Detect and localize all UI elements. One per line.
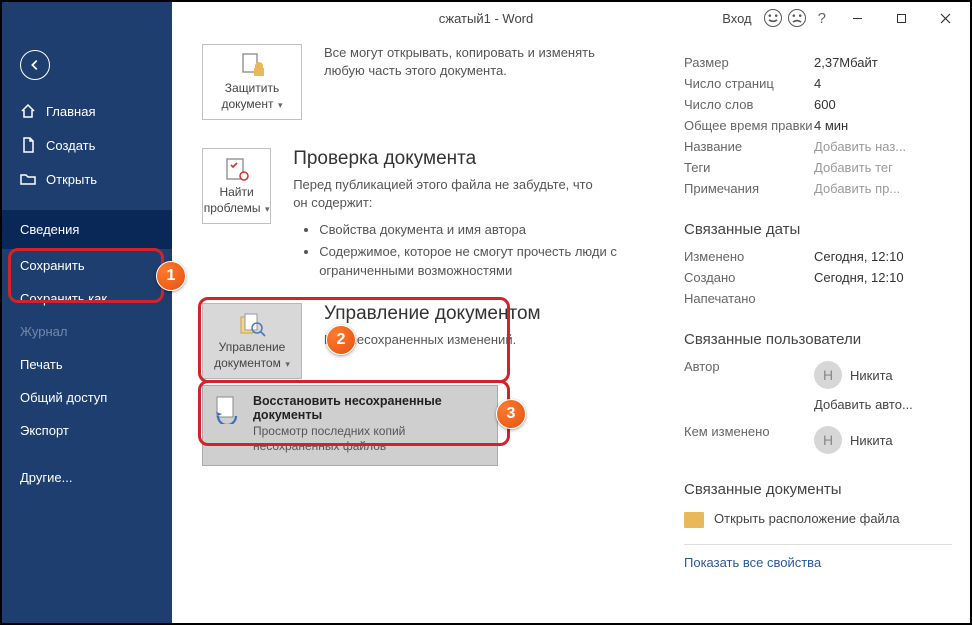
window-title: сжатый1 - Word	[439, 11, 533, 26]
prop-val: 2,37Мбайт	[814, 55, 878, 70]
prop-key: Число страниц	[684, 76, 814, 91]
protect-document-button[interactable]: Защитить документ ▾	[202, 44, 302, 120]
sidebar-label: Открыть	[46, 172, 97, 187]
back-button[interactable]	[20, 50, 50, 80]
sidebar-item-saveas[interactable]: Сохранить как	[2, 282, 172, 315]
prop-val[interactable]: Добавить пр...	[814, 181, 900, 196]
folder-icon	[684, 512, 704, 528]
minimize-button[interactable]	[838, 4, 876, 32]
shield-lock-icon	[237, 53, 267, 79]
chevron-down-icon: ▾	[275, 100, 282, 110]
sidebar-label: Журнал	[20, 324, 67, 339]
sidebar-label: Экспорт	[20, 423, 69, 438]
date-val: Сегодня, 12:10	[814, 270, 904, 285]
prop-key: Число слов	[684, 97, 814, 112]
inspect-title: Проверка документа	[293, 148, 650, 170]
login-link[interactable]: Вход	[722, 11, 751, 26]
manage-document-button[interactable]: Управление документом ▾	[202, 303, 302, 379]
date-key: Напечатано	[684, 291, 814, 306]
date-val: Сегодня, 12:10	[814, 249, 904, 264]
dates-title: Связанные даты	[684, 221, 952, 238]
file-icon	[20, 137, 36, 153]
sidebar-label: Создать	[46, 138, 95, 153]
info-center-pane: Защитить документ ▾ Все могут открывать,…	[172, 34, 670, 623]
prop-key: Общее время правки	[684, 118, 814, 133]
sidebar-item-print[interactable]: Печать	[2, 348, 172, 381]
prop-key: Теги	[684, 160, 814, 175]
chevron-down-icon: ▾	[262, 204, 269, 214]
home-icon	[20, 103, 36, 119]
modifiedby-name: Никита	[850, 433, 893, 448]
sidebar-label: Другие...	[20, 470, 72, 485]
sidebar-item-export[interactable]: Экспорт	[2, 414, 172, 447]
avatar: Н	[814, 426, 842, 454]
sidebar-item-new[interactable]: Создать	[2, 128, 172, 162]
callout-badge-2: 2	[326, 325, 356, 355]
date-key: Изменено	[684, 249, 814, 264]
sidebar-item-history: Журнал	[2, 315, 172, 348]
check-issues-button[interactable]: Найти проблемы ▾	[202, 148, 271, 224]
related-docs-title: Связанные документы	[684, 481, 952, 498]
inspect-bullet: Содержимое, которое не смогут прочесть л…	[319, 242, 650, 281]
close-button[interactable]	[926, 4, 964, 32]
inspect-icon	[222, 157, 252, 183]
show-all-properties[interactable]: Показать все свойства	[684, 555, 952, 570]
sidebar-item-info[interactable]: Сведения	[2, 210, 172, 249]
sidebar-label: Сведения	[20, 222, 79, 237]
sidebar-item-share[interactable]: Общий доступ	[2, 381, 172, 414]
frown-icon[interactable]	[788, 9, 806, 27]
prop-val: 4 мин	[814, 118, 848, 133]
sidebar-label: Сохранить	[20, 258, 85, 273]
prop-val: 600	[814, 97, 836, 112]
recover-sub: Просмотр последних копий несохраненных ф…	[253, 424, 485, 455]
author-name: Никита	[850, 368, 893, 383]
protect-desc: Все могут открывать, копировать и изменя…	[324, 44, 624, 80]
author-label: Автор	[684, 359, 814, 391]
sidebar-label: Главная	[46, 104, 95, 119]
callout-badge-1: 1	[156, 261, 186, 291]
add-author[interactable]: Добавить авто...	[814, 397, 913, 412]
properties-pane: Размер2,37МбайтЧисло страниц4Число слов6…	[670, 34, 970, 623]
sidebar-item-save[interactable]: Сохранить	[2, 249, 172, 282]
sidebar-label: Общий доступ	[20, 390, 107, 405]
backstage-sidebar: Главная Создать Открыть Сведения Сохрани…	[2, 34, 172, 623]
prop-key: Размер	[684, 55, 814, 70]
manage-desc: Нет несохраненных изменений.	[324, 331, 541, 349]
inspect-desc: Перед публикацией этого файла не забудьт…	[293, 176, 593, 212]
recover-unsaved-item[interactable]: Восстановить несохраненные документы Про…	[202, 385, 498, 466]
sidebar-item-open[interactable]: Открыть	[2, 162, 172, 196]
folder-open-icon	[20, 171, 36, 187]
smile-icon[interactable]	[764, 9, 782, 27]
manage-title: Управление документом	[324, 303, 541, 325]
prop-val[interactable]: Добавить тег	[814, 160, 893, 175]
sidebar-item-more[interactable]: Другие...	[2, 461, 172, 494]
date-key: Создано	[684, 270, 814, 285]
callout-badge-3: 3	[496, 399, 526, 429]
maximize-button[interactable]	[882, 4, 920, 32]
prop-val[interactable]: Добавить наз...	[814, 139, 906, 154]
manage-doc-icon	[237, 312, 267, 338]
open-file-location[interactable]: Открыть расположение файла	[684, 506, 952, 530]
chevron-down-icon: ▾	[283, 359, 290, 369]
titlebar: сжатый1 - Word Вход ?	[2, 2, 970, 34]
prop-val: 4	[814, 76, 821, 91]
modifiedby-label: Кем изменено	[684, 424, 814, 456]
help-icon[interactable]: ?	[812, 10, 832, 27]
sidebar-item-home[interactable]: Главная	[2, 94, 172, 128]
inspect-bullet: Свойства документа и имя автора	[319, 220, 650, 240]
recover-icon	[213, 394, 243, 424]
sidebar-label: Сохранить как	[20, 291, 107, 306]
users-title: Связанные пользователи	[684, 331, 952, 348]
avatar: Н	[814, 361, 842, 389]
prop-key: Примечания	[684, 181, 814, 196]
sidebar-label: Печать	[20, 357, 63, 372]
recover-title: Восстановить несохраненные документы	[253, 394, 485, 422]
prop-key: Название	[684, 139, 814, 154]
